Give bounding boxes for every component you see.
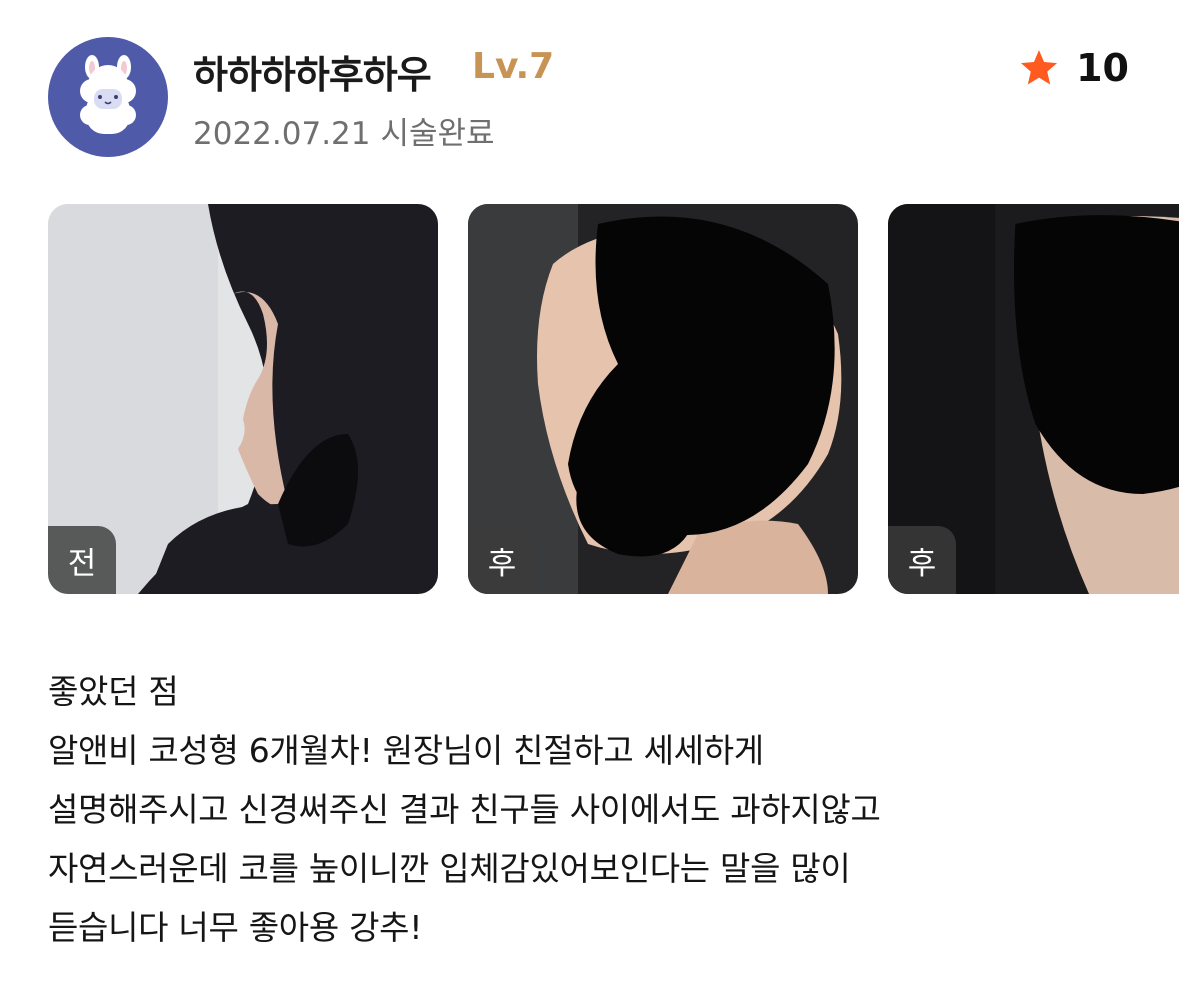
photo-tag-after: 후	[468, 526, 536, 594]
alpaca-icon	[80, 55, 136, 134]
review-photo-after-1[interactable]: 후	[468, 204, 858, 594]
user-level-badge: Lv.7	[472, 46, 555, 87]
star-icon	[1021, 50, 1058, 85]
review-date: 2022.07.21	[193, 116, 371, 152]
photo-tag-after: 후	[888, 526, 956, 594]
review-body: 좋았던 점 알앤비 코성형 6개월차! 원장님이 친절하고 세세하게 설명해주시…	[48, 662, 1148, 957]
procedure-status: 시술완료	[380, 116, 495, 152]
review-line: 자연스러운데 코를 높이니깐 입체감있어보인다는 말을 많이	[48, 849, 851, 888]
review-line: 듣습니다 너무 좋아용 강추!	[48, 908, 423, 947]
review-heading: 좋았던 점	[48, 672, 179, 711]
rating-value: 10	[1076, 46, 1129, 90]
user-avatar[interactable]	[48, 37, 168, 157]
username: 하하하하후하우	[193, 53, 432, 97]
rating: 10	[1018, 46, 1129, 90]
review-meta: 2022.07.21 시술완료	[193, 108, 495, 153]
review-photo-after-2[interactable]: 후	[888, 204, 1179, 594]
review-line: 알앤비 코성형 6개월차! 원장님이 친절하고 세세하게	[48, 731, 764, 770]
photo-tag-before: 전	[48, 526, 116, 594]
review-photo-before[interactable]: 전	[48, 204, 438, 594]
review-line: 설명해주시고 신경써주신 결과 친구들 사이에서도 과하지않고	[48, 790, 881, 829]
